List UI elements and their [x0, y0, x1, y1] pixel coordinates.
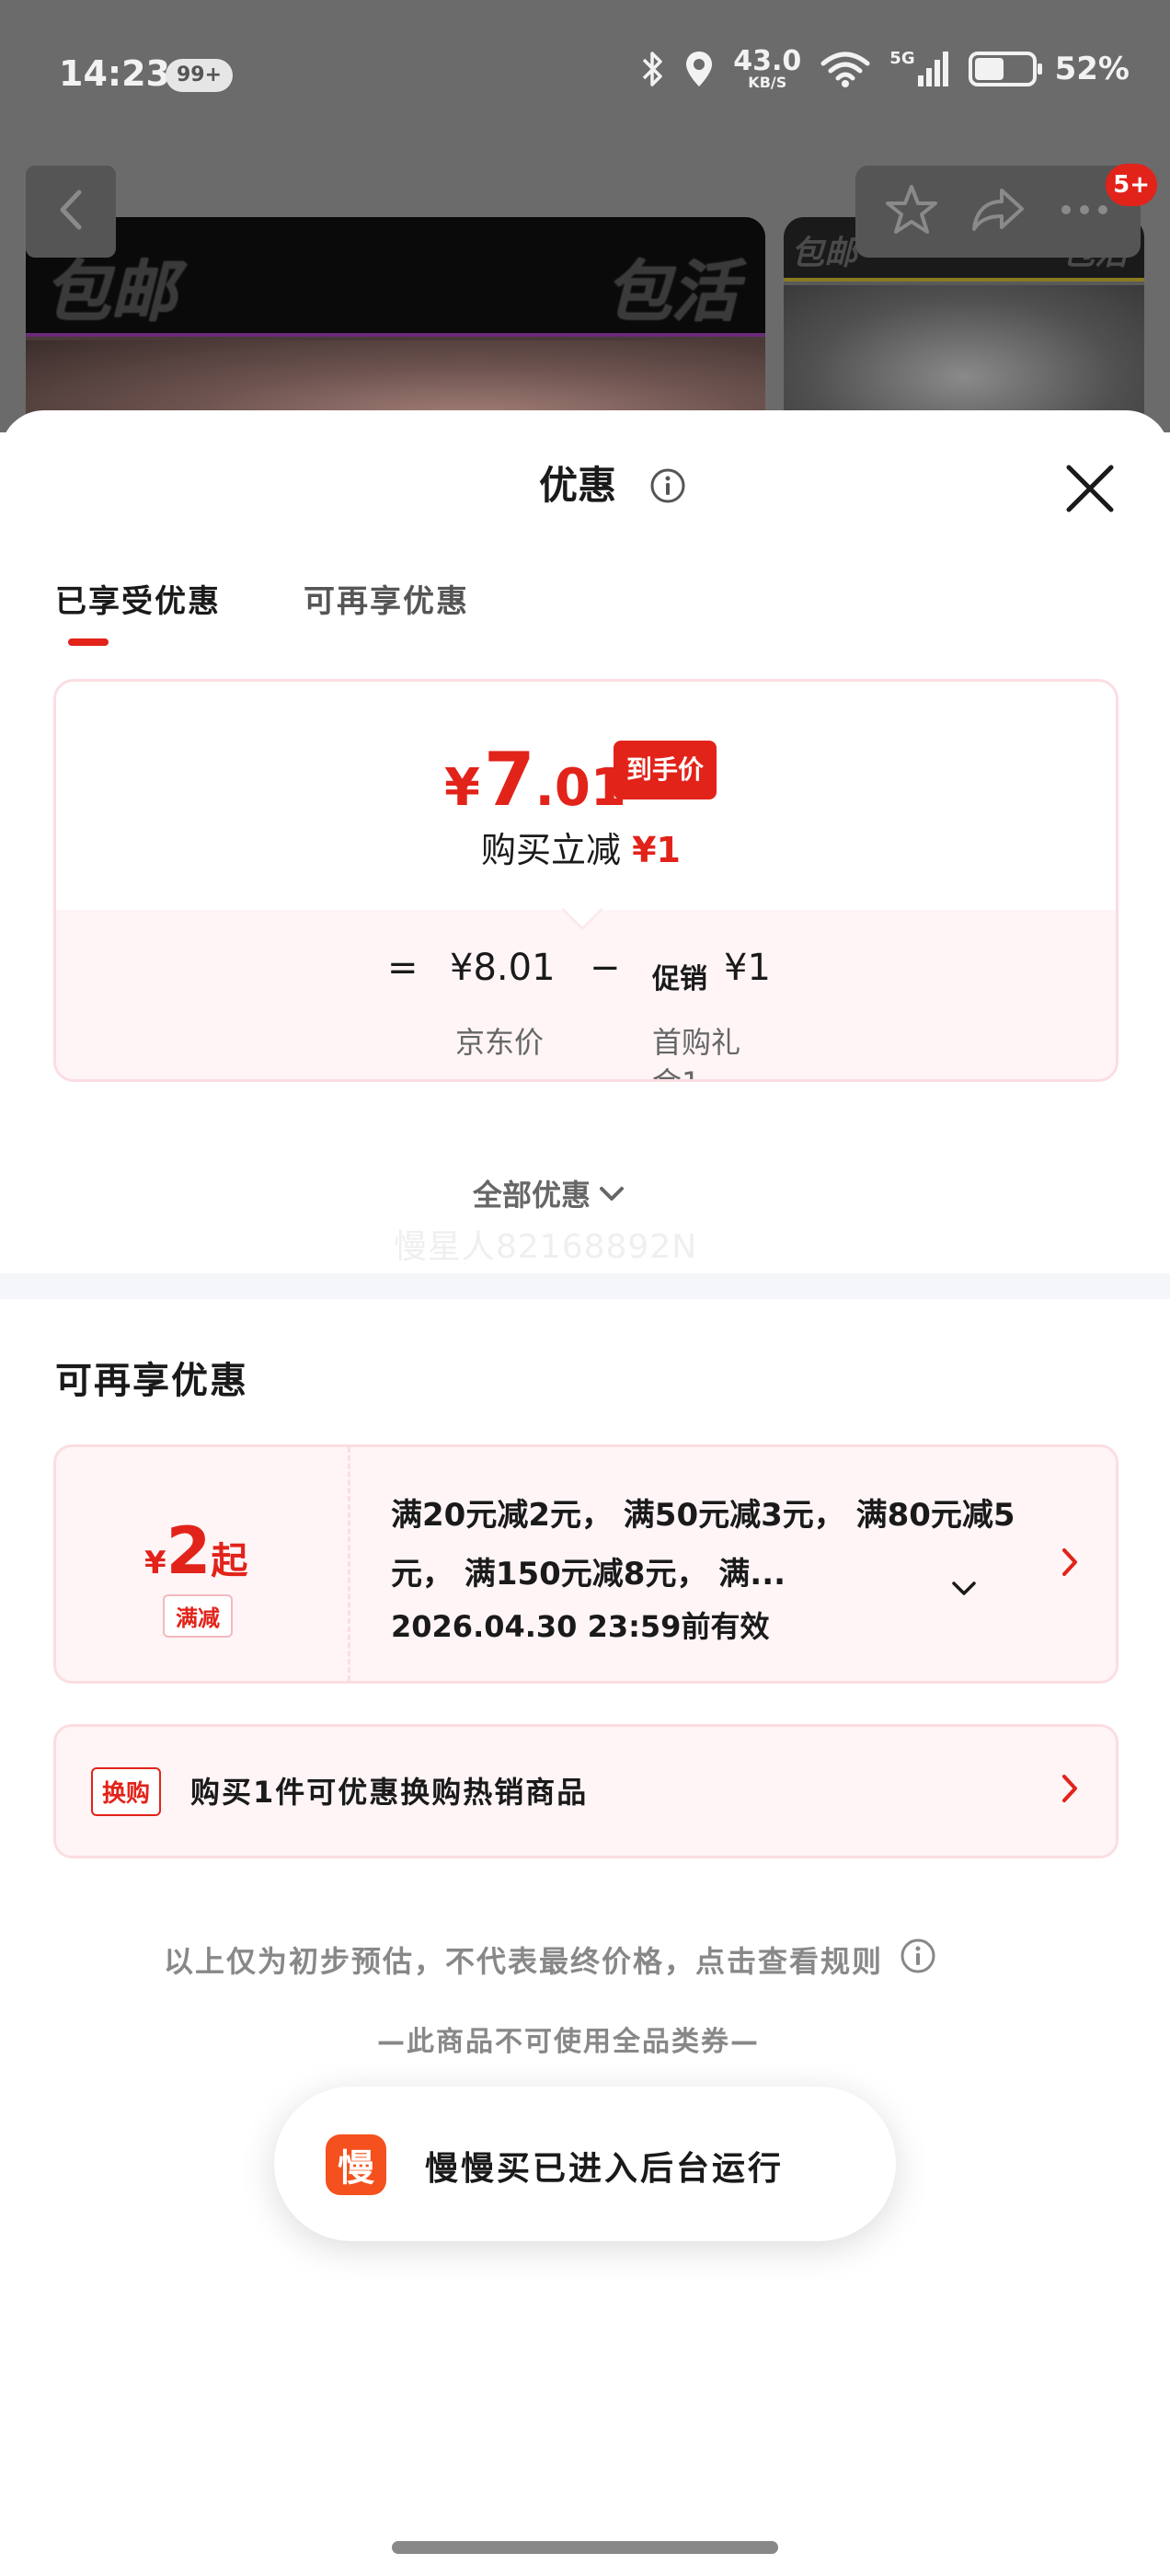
- chevron-down-icon: [598, 1176, 625, 1211]
- tab-available[interactable]: 可再享优惠: [304, 576, 469, 650]
- coupon-type-badge: 满减: [163, 1594, 233, 1638]
- all-promotions-toggle[interactable]: 全部优惠: [473, 1172, 625, 1214]
- section-divider: [0, 1273, 1170, 1299]
- disclaimer-text: 以上仅为初步预估，不代表最终价格，点击查看规则: [164, 1944, 884, 1979]
- final-price-decimal: .01: [534, 758, 626, 818]
- info-icon[interactable]: [649, 467, 686, 508]
- coupon-amount: ¥ 2 起: [144, 1513, 247, 1589]
- close-icon: [1066, 465, 1114, 512]
- watermark: 慢星人82168892N: [394, 1228, 698, 1266]
- background-run-toast: 慢 慢慢买已进入后台运行: [274, 2087, 896, 2241]
- status-icons: 43.0 KB/S 5G 52%: [641, 48, 1130, 90]
- chevron-down-icon[interactable]: [950, 1580, 978, 1602]
- coupon-card[interactable]: ¥ 2 起 满减 满20元减2元， 满50元减3元， 满80元减5元， 满150…: [53, 1444, 1118, 1684]
- share-icon[interactable]: [970, 185, 1026, 238]
- star-icon[interactable]: [884, 183, 939, 240]
- more-badge: 5+: [1106, 164, 1157, 206]
- chevron-right-icon[interactable]: [1061, 1547, 1079, 1581]
- chevron-left-icon: [57, 189, 85, 235]
- sheet-title: 优惠: [539, 463, 617, 508]
- exchange-tag: 换购: [91, 1767, 162, 1816]
- no-coupon-note: —此商品不可使用全品类券—: [377, 2026, 760, 2058]
- base-price: ¥8.01: [450, 947, 556, 989]
- all-promos-label: 全部优惠: [473, 1178, 591, 1213]
- reduce-line: 购买立减 ¥1: [481, 822, 681, 872]
- back-button[interactable]: [26, 166, 116, 258]
- banner-strip: 包邮 包活: [26, 217, 765, 337]
- section-title-available: 可再享优惠: [55, 1360, 248, 1402]
- background-page: 14:23 99+ 43.0 KB/S 5G 52% 包邮 包活 包邮 5+: [0, 0, 1170, 432]
- net-speed: 43.0 KB/S: [733, 45, 802, 91]
- battery-percent: 52%: [1054, 51, 1130, 87]
- network-type: 5G: [889, 48, 915, 68]
- price-rules-link[interactable]: 以上仅为初步预估，不代表最终价格，点击查看规则: [164, 1938, 936, 1982]
- notification-count-badge: 99+: [166, 59, 234, 92]
- promo-amount: ¥1: [724, 947, 771, 989]
- promo-label: 促销: [652, 963, 707, 995]
- coupon-currency: ¥: [144, 1545, 166, 1581]
- coupon-amount-suffix: 起: [211, 1540, 248, 1582]
- close-button[interactable]: [1060, 458, 1120, 519]
- toast-text: 慢慢买已进入后台运行: [425, 2150, 785, 2188]
- bluetooth-icon: [641, 49, 665, 89]
- signal-icon: [917, 50, 950, 88]
- chevron-right-icon: [1061, 1773, 1079, 1808]
- banner-text-left: 包邮: [791, 235, 858, 272]
- coupon-amount-number: 2: [166, 1513, 212, 1589]
- reduce-label: 购买立减: [481, 830, 622, 870]
- reduce-amount: ¥1: [632, 830, 681, 870]
- battery-icon: [968, 52, 1042, 86]
- promo-caption: 首购礼金1: [652, 1025, 741, 1079]
- location-icon: [683, 49, 715, 89]
- status-bar: 14:23 99+ 43.0 KB/S 5G 52%: [0, 0, 1170, 147]
- app-icon: 慢: [326, 2134, 386, 2195]
- price-breakdown-card: ¥ 7 .01 到手价 购买立减 ¥1 = ¥8.01 − 促销 ¥1 京东价 …: [53, 679, 1118, 1082]
- promotions-sheet: 优惠 已享受优惠 可再享优惠 ¥ 7 .01 到手价 购买立减 ¥1 = ¥8.…: [0, 410, 1170, 2576]
- final-price-integer: 7: [483, 737, 535, 822]
- home-indicator[interactable]: [392, 2541, 778, 2554]
- exchange-card[interactable]: 换购 购买1件可优惠换购热销商品: [53, 1724, 1118, 1858]
- final-price-currency: ¥: [444, 758, 480, 818]
- coupon-expiry: 2026.04.30 23:59前有效: [391, 1609, 770, 1644]
- more-icon[interactable]: [1057, 201, 1112, 223]
- final-price: ¥ 7 .01: [444, 737, 626, 822]
- final-price-tag: 到手价: [614, 741, 717, 799]
- product-banner-left: 包邮 包活: [26, 217, 765, 432]
- exchange-text: 购买1件可优惠换购热销商品: [190, 1775, 589, 1810]
- battery-level: [974, 58, 1004, 80]
- promo-tabs: 已享受优惠 可再享优惠: [55, 576, 469, 650]
- minus-sign: −: [590, 947, 621, 989]
- wifi-icon: [820, 51, 871, 87]
- equals-sign: =: [387, 947, 419, 989]
- active-tab-indicator: [68, 638, 109, 646]
- banner-text-right: 包活: [605, 253, 739, 330]
- nav-actions: [855, 166, 1141, 258]
- price-calc-section: [56, 910, 1116, 1079]
- info-icon: [900, 1938, 936, 1982]
- status-time: 14:23: [59, 53, 170, 94]
- base-price-caption: 京东价: [455, 1025, 545, 1060]
